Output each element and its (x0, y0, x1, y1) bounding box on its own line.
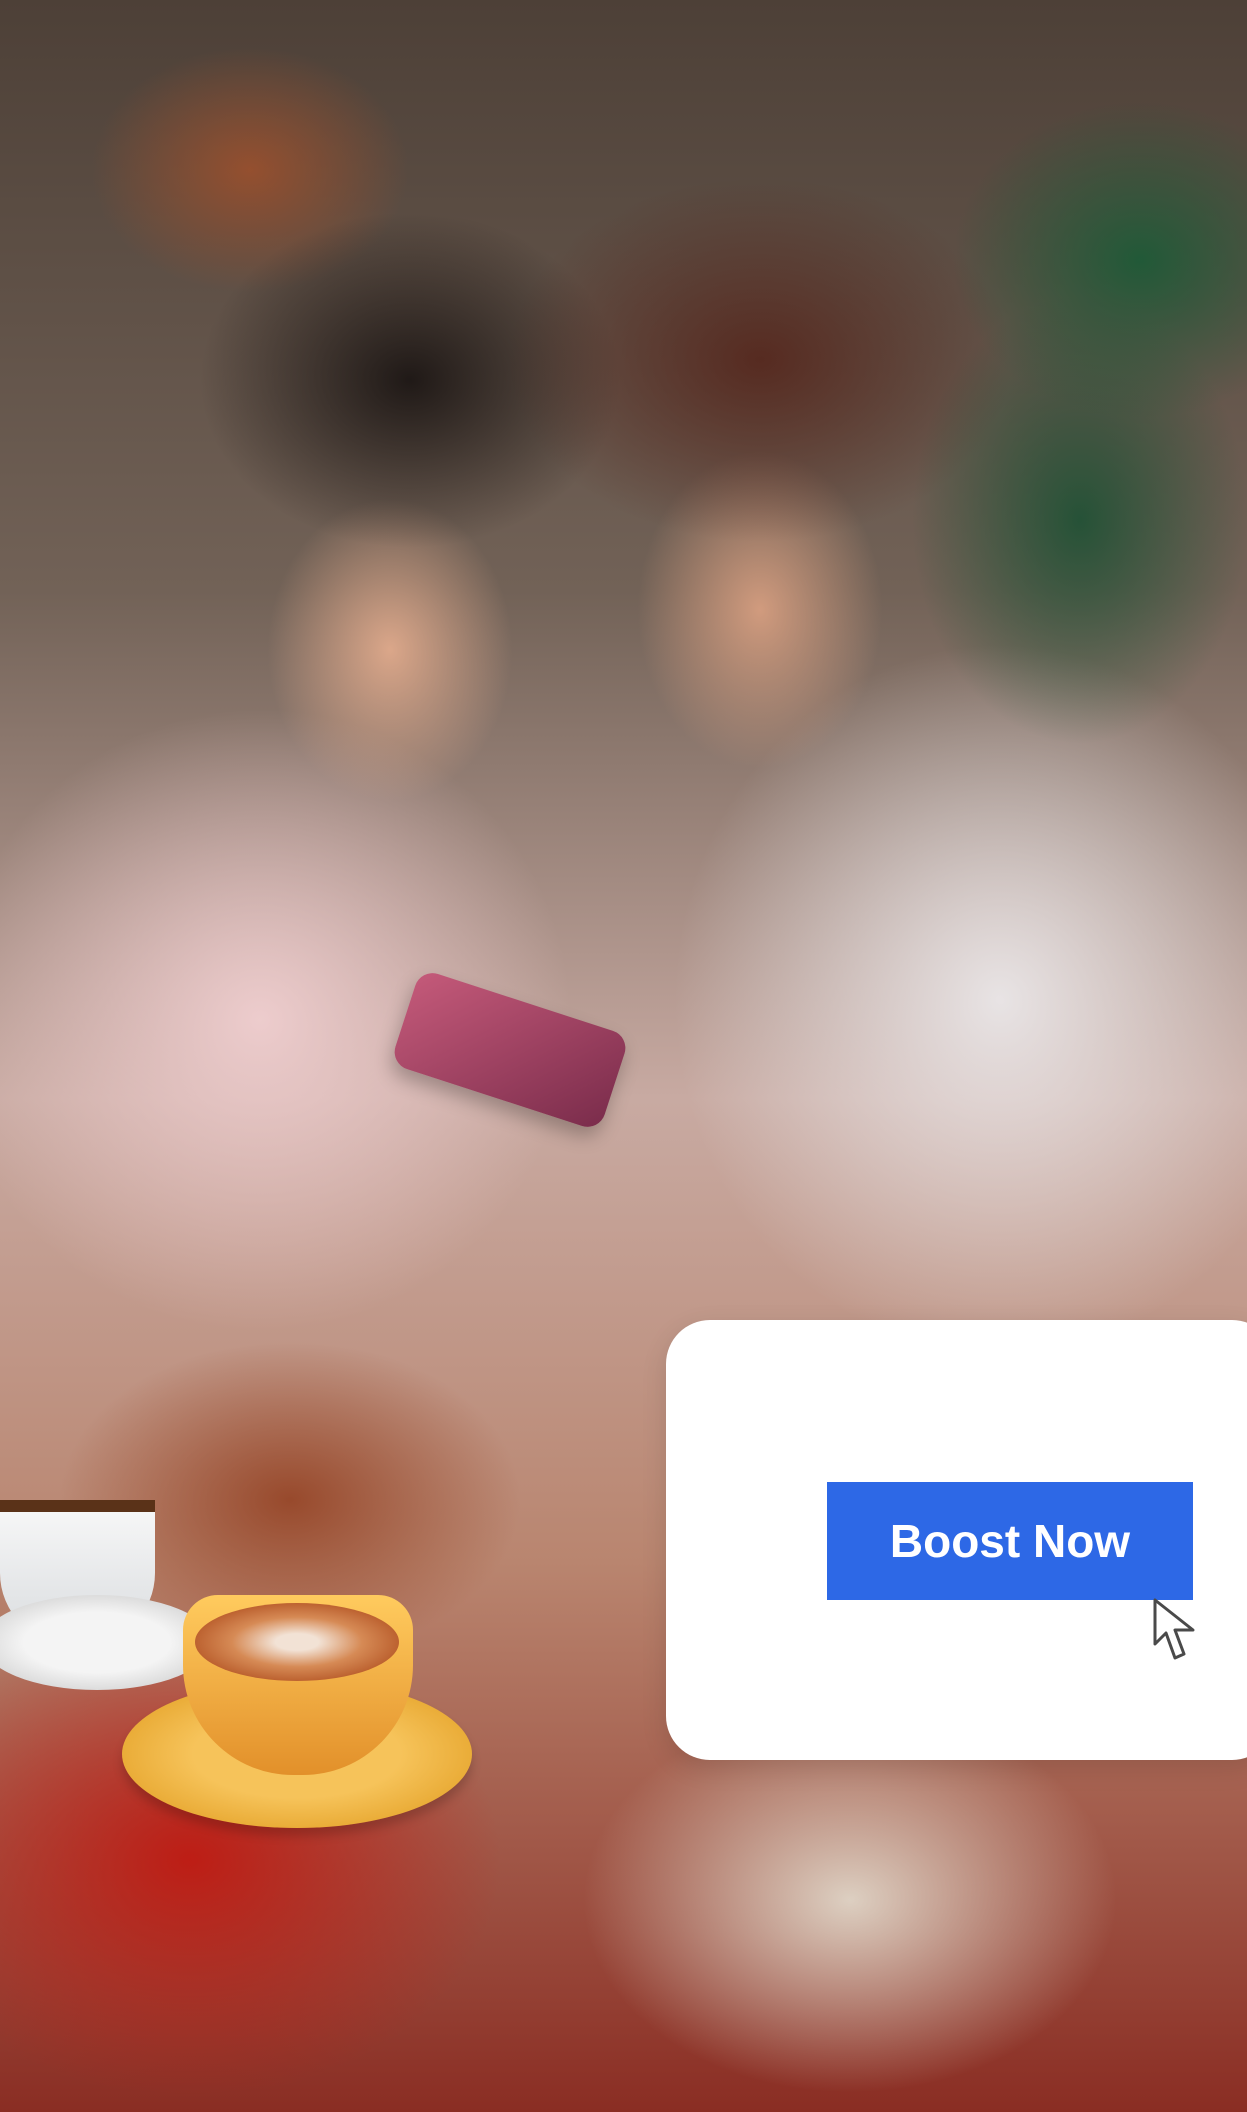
boost-now-button[interactable]: Boost Now (827, 1482, 1193, 1600)
latte-art (195, 1603, 399, 1681)
background-photo (0, 0, 1247, 2112)
smartphone (389, 968, 631, 1132)
saucer-left (0, 1595, 212, 1690)
